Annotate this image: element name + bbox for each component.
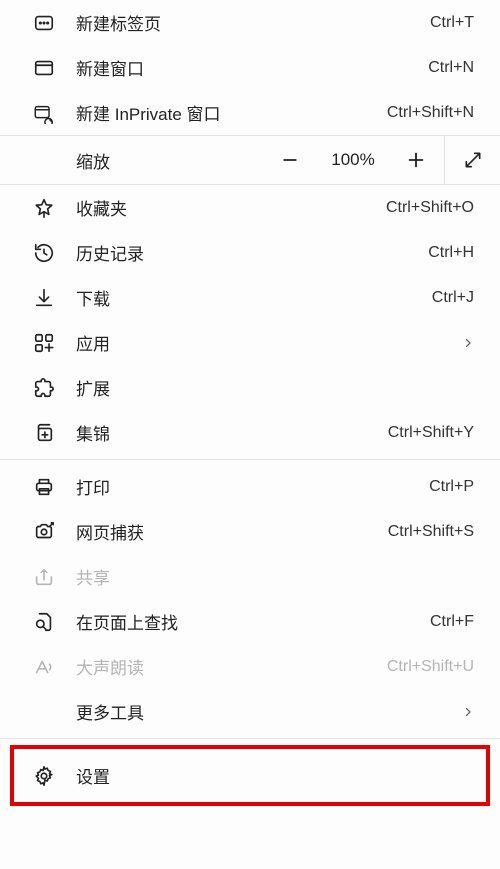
zoom-out-button[interactable]: [262, 136, 318, 184]
menu-item-label: 历史记录: [76, 240, 428, 265]
zoom-in-button[interactable]: [388, 136, 444, 184]
menu-item-new-tab[interactable]: 新建标签页 Ctrl+T: [0, 0, 500, 45]
menu-item-label: 扩展: [76, 375, 474, 400]
fullscreen-button[interactable]: [444, 136, 500, 184]
menu-item-print[interactable]: 打印 Ctrl+P: [0, 464, 500, 509]
menu-item-label: 在页面上查找: [76, 609, 430, 634]
read-aloud-icon: [30, 653, 58, 681]
menu-item-collections[interactable]: 集锦 Ctrl+Shift+Y: [0, 410, 500, 455]
gear-icon: [30, 762, 58, 790]
menu-item-label: 新建 InPrivate 窗口: [76, 100, 387, 125]
menu-item-shortcut: Ctrl+T: [430, 14, 474, 32]
downloads-icon: [30, 284, 58, 312]
menu-item-label: 新建标签页: [76, 10, 430, 35]
print-icon: [30, 473, 58, 501]
menu-item-shortcut: Ctrl+Shift+S: [388, 523, 474, 541]
menu-item-label: 共享: [76, 564, 474, 589]
menu-item-read-aloud: 大声朗读 Ctrl+Shift+U: [0, 644, 500, 689]
menu-item-new-window[interactable]: 新建窗口 Ctrl+N: [0, 45, 500, 90]
menu-item-downloads[interactable]: 下载 Ctrl+J: [0, 275, 500, 320]
zoom-value: 100%: [318, 150, 388, 170]
menu-item-label: 打印: [76, 474, 429, 499]
menu-item-shortcut: Ctrl+H: [428, 244, 474, 262]
menu-item-shortcut: Ctrl+J: [432, 289, 474, 307]
menu-item-shortcut: Ctrl+Shift+Y: [388, 424, 474, 442]
new-tab-icon: [30, 9, 58, 37]
menu-divider: [0, 459, 500, 460]
chevron-right-icon: [456, 334, 474, 352]
find-on-page-icon: [30, 608, 58, 636]
apps-icon: [30, 329, 58, 357]
menu-item-shortcut: Ctrl+Shift+U: [387, 658, 474, 676]
menu-item-shortcut: Ctrl+N: [428, 59, 474, 77]
zoom-label: 缩放: [0, 148, 262, 173]
menu-item-shortcut: Ctrl+F: [430, 613, 474, 631]
menu-item-favorites[interactable]: 收藏夹 Ctrl+Shift+O: [0, 185, 500, 230]
history-icon: [30, 239, 58, 267]
menu-item-new-inprivate[interactable]: 新建 InPrivate 窗口 Ctrl+Shift+N: [0, 90, 500, 135]
menu-item-settings[interactable]: 设置: [14, 753, 486, 798]
menu-item-label: 下载: [76, 285, 432, 310]
browser-main-menu: 新建标签页 Ctrl+T 新建窗口 Ctrl+N 新建 InPrivate 窗口…: [0, 0, 500, 806]
menu-item-apps[interactable]: 应用: [0, 320, 500, 365]
menu-item-find[interactable]: 在页面上查找 Ctrl+F: [0, 599, 500, 644]
menu-item-label: 大声朗读: [76, 654, 387, 679]
new-window-icon: [30, 54, 58, 82]
menu-item-label: 集锦: [76, 420, 388, 445]
menu-item-label: 收藏夹: [76, 195, 386, 220]
menu-divider: [0, 738, 500, 739]
settings-highlight-box: 设置: [10, 745, 490, 806]
menu-item-history[interactable]: 历史记录 Ctrl+H: [0, 230, 500, 275]
menu-item-label: 应用: [76, 330, 456, 355]
share-icon: [30, 563, 58, 591]
menu-item-label: 更多工具: [76, 699, 456, 724]
menu-item-shortcut: Ctrl+Shift+O: [386, 199, 474, 217]
menu-item-more-tools[interactable]: 更多工具: [0, 689, 500, 734]
menu-item-shortcut: Ctrl+Shift+N: [387, 104, 474, 122]
menu-item-shortcut: Ctrl+P: [429, 478, 474, 496]
menu-item-label: 新建窗口: [76, 55, 428, 80]
inprivate-window-icon: [30, 99, 58, 127]
extensions-icon: [30, 374, 58, 402]
menu-item-web-capture[interactable]: 网页捕获 Ctrl+Shift+S: [0, 509, 500, 554]
collections-icon: [30, 419, 58, 447]
favorites-icon: [30, 194, 58, 222]
web-capture-icon: [30, 518, 58, 546]
menu-item-label: 设置: [76, 763, 472, 788]
menu-item-share: 共享: [0, 554, 500, 599]
zoom-row: 缩放 100%: [0, 135, 500, 185]
chevron-right-icon: [456, 703, 474, 721]
menu-item-extensions[interactable]: 扩展: [0, 365, 500, 410]
menu-item-label: 网页捕获: [76, 519, 388, 544]
